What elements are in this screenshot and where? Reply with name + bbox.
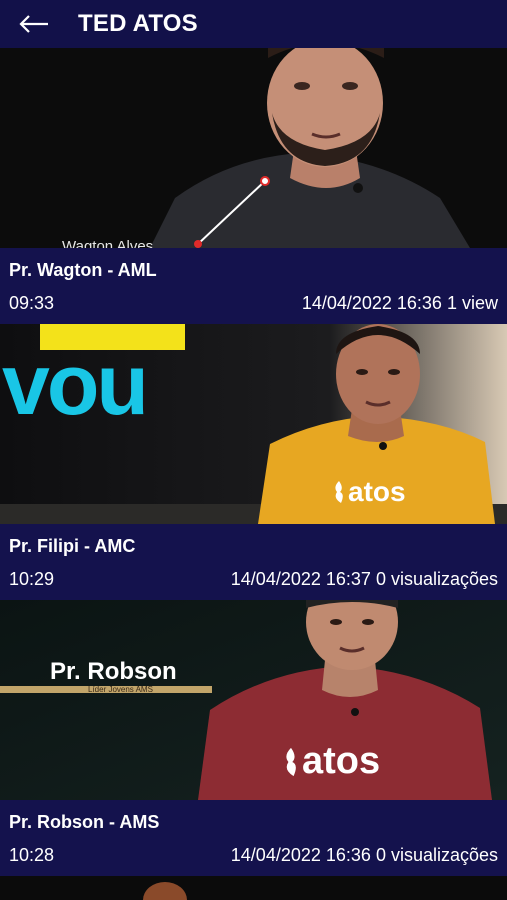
thumbnail-name: Pr. Robson (50, 658, 177, 685)
video-thumbnail[interactable]: Wagton Alves (0, 48, 507, 248)
app-header: TED ATOS (0, 0, 507, 48)
thumbnail-subtitle: Líder Jovens AMS (88, 685, 153, 694)
video-title: Pr. Wagton - AML (9, 260, 157, 280)
video-card[interactable]: Wagton Alves Pr. Wagton - AML 09:33 14/0… (0, 48, 507, 324)
video-title: Pr. Filipi - AMC (9, 536, 136, 556)
video-meta[interactable]: Pr. Filipi - AMC 10:29 14/04/2022 16:37 … (0, 524, 507, 600)
page-title: TED ATOS (78, 10, 198, 37)
flame-icon (332, 481, 346, 503)
video-title: Pr. Robson - AMS (9, 812, 160, 832)
video-card[interactable]: vou atos Pr. Filipi - AMC 10:29 14/04/20… (0, 324, 507, 600)
video-date: 14/04/2022 16:36 (301, 293, 442, 313)
shirt-logo: atos (282, 740, 380, 783)
video-meta[interactable]: Pr. Robson - AMS 10:28 14/04/2022 16:36 … (0, 800, 507, 876)
video-thumbnail[interactable]: Pr. Robson Líder Jovens AMS atos (0, 600, 507, 800)
shirt-logo: atos (332, 476, 406, 508)
arrow-left-icon[interactable] (16, 10, 52, 38)
video-stats: 14/04/2022 16:37 0 visualizações (231, 569, 498, 590)
video-duration: 10:29 (9, 569, 55, 589)
video-views: 0 visualizações (375, 845, 498, 865)
video-duration: 09:33 (9, 293, 55, 313)
video-stats: 14/04/2022 16:36 0 visualizações (231, 845, 498, 866)
video-thumbnail[interactable]: vou atos (0, 324, 507, 524)
video-list[interactable]: Wagton Alves Pr. Wagton - AML 09:33 14/0… (0, 48, 507, 900)
flame-icon (282, 747, 300, 777)
thumbnail-caption: Wagton Alves (62, 238, 154, 248)
video-views: 0 visualizações (375, 569, 498, 589)
thumbnail-headline: vou (2, 337, 149, 433)
video-thumbnail[interactable] (0, 876, 507, 900)
video-views: 1 view (446, 293, 498, 313)
video-meta[interactable]: Pr. Wagton - AML 09:33 14/04/2022 16:36 … (0, 248, 507, 324)
video-stats: 14/04/2022 16:36 1 view (302, 293, 498, 314)
video-card[interactable]: Pr. Robson Líder Jovens AMS atos Pr. Rob… (0, 600, 507, 876)
video-date: 14/04/2022 16:37 (230, 569, 371, 589)
video-duration: 10:28 (9, 845, 55, 865)
video-date: 14/04/2022 16:36 (230, 845, 371, 865)
